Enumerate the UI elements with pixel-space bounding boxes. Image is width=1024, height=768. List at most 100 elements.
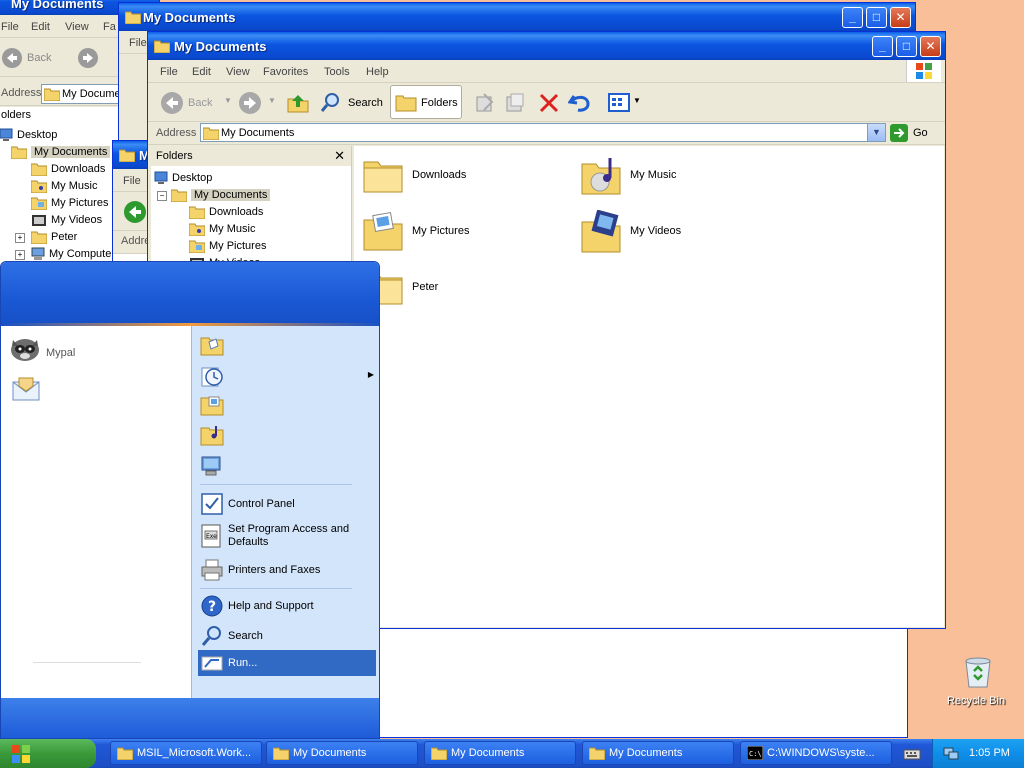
tree-item-desktop[interactable]: Desktop <box>0 127 57 143</box>
forward-dropdown-icon[interactable]: ▼ <box>268 96 276 105</box>
start-item-run[interactable]: Run... <box>198 650 376 676</box>
start-item-set-program-access[interactable]: Exe Set Program Access and Defaults <box>192 520 379 554</box>
tree-item-my-computer[interactable]: + My Computer <box>15 246 115 262</box>
address-input[interactable]: My Documents ▼ <box>200 123 886 142</box>
start-menu[interactable]: Mypal ▶ Control Panel Exe Set Program Ac… <box>0 261 380 739</box>
start-item-my-documents[interactable] <box>192 332 379 360</box>
help-icon: ? <box>201 595 223 617</box>
front-window-titlebar[interactable]: My Documents _ □ ✕ <box>148 32 945 60</box>
forward-arrow-icon[interactable] <box>238 91 262 115</box>
views-icon[interactable] <box>608 92 632 114</box>
start-item-control-panel[interactable]: Control Panel <box>192 490 379 518</box>
start-item-mypal[interactable]: Mypal <box>9 334 185 364</box>
desktop-recycle-bin[interactable]: Recycle Bin <box>940 655 1016 711</box>
menu-file[interactable]: File <box>1 21 19 33</box>
menu-help[interactable]: Help <box>366 66 389 78</box>
menu-edit[interactable]: Edit <box>31 21 50 33</box>
move-to-icon[interactable] <box>474 92 496 114</box>
up-folder-icon[interactable] <box>286 91 310 115</box>
folders-pane-close-icon[interactable]: ✕ <box>334 148 345 164</box>
start-item-printers-and-faxes[interactable]: Printers and Faxes <box>192 556 379 584</box>
back-button-label[interactable]: Back <box>27 52 51 64</box>
forward-arrow-icon[interactable] <box>77 47 99 69</box>
menu-favorites[interactable]: Favorites <box>263 66 308 78</box>
taskbar-button-my-documents-2[interactable]: My Documents <box>424 741 576 765</box>
maximize-button[interactable]: □ <box>866 7 887 28</box>
address-label: Addre <box>121 235 151 247</box>
menu-tools[interactable]: Tools <box>324 66 350 78</box>
start-item-my-music[interactable] <box>192 422 379 450</box>
start-item-help-and-support[interactable]: ? Help and Support <box>192 592 379 620</box>
menu-view[interactable]: View <box>65 21 89 33</box>
tree-item-downloads[interactable]: Downloads <box>188 204 263 220</box>
network-icon[interactable] <box>943 745 959 761</box>
minimize-button[interactable]: _ <box>872 36 893 57</box>
svg-text:Exe: Exe <box>206 533 217 540</box>
system-tray: 1:05 PM <box>932 739 1024 768</box>
pictures-folder-icon <box>188 240 206 254</box>
tree-item-my-pictures[interactable]: My Pictures <box>30 195 108 211</box>
tree-item-my-music[interactable]: My Music <box>188 221 255 237</box>
close-button[interactable]: ✕ <box>920 36 941 57</box>
start-button[interactable] <box>0 739 96 768</box>
tree-item-peter[interactable]: + Peter <box>15 229 77 245</box>
address-dropdown-button[interactable]: ▼ <box>867 124 885 141</box>
menu-view[interactable]: View <box>226 66 250 78</box>
tree-item-my-pictures[interactable]: My Pictures <box>188 238 266 254</box>
item-my-music[interactable]: My Music <box>580 154 780 198</box>
folders-button-label: Folders <box>421 97 458 109</box>
taskbar-button-my-documents-1[interactable]: My Documents <box>266 741 418 765</box>
menu-edit[interactable]: Edit <box>192 66 211 78</box>
back-button-label[interactable]: Back <box>188 97 212 109</box>
item-downloads[interactable]: Downloads <box>362 154 562 198</box>
taskbar-button-msil[interactable]: MSIL_Microsoft.Work... <box>110 741 262 765</box>
go-button[interactable]: Go <box>890 124 930 142</box>
keyboard-language-icon[interactable] <box>902 744 922 764</box>
tree-item-downloads[interactable]: Downloads <box>30 161 105 177</box>
tree-item-my-documents[interactable]: − My Documents <box>157 187 271 203</box>
folders-button[interactable]: Folders <box>390 85 462 119</box>
copy-to-icon[interactable] <box>504 92 526 114</box>
desktop-icon <box>154 171 168 185</box>
tree-item-my-videos[interactable]: My Videos <box>31 212 102 228</box>
search-button[interactable]: Search <box>316 87 384 117</box>
back-arrow-icon[interactable] <box>1 47 23 69</box>
tree-item-my-documents[interactable]: My Documents <box>10 144 111 160</box>
item-peter[interactable]: Peter <box>362 266 562 310</box>
menu-file[interactable]: File <box>123 175 141 187</box>
item-my-pictures[interactable]: My Pictures <box>362 210 562 254</box>
close-button[interactable]: ✕ <box>890 7 911 28</box>
search-button-label: Search <box>348 97 383 109</box>
run-icon <box>201 656 223 671</box>
back-dropdown-icon[interactable]: ▼ <box>224 96 232 105</box>
tree-item-desktop[interactable]: Desktop <box>154 170 212 186</box>
control-panel-icon <box>201 493 223 515</box>
back-window-1-title: My Documents <box>11 0 104 11</box>
menu-file[interactable]: File <box>129 37 147 49</box>
back-window-1b-titlebar[interactable]: My Documents _ □ ✕ <box>119 3 915 31</box>
back-arrow-icon[interactable] <box>160 91 184 115</box>
views-dropdown-icon[interactable]: ▼ <box>633 96 641 105</box>
search-icon <box>201 626 221 646</box>
folder-icon <box>117 747 133 760</box>
taskbar-button-my-documents-3[interactable]: My Documents <box>582 741 734 765</box>
pictures-folder-icon <box>363 211 403 251</box>
start-menu-right-column: ▶ Control Panel Exe Set Program Access a… <box>191 326 379 698</box>
maximize-button[interactable]: □ <box>896 36 917 57</box>
menu-file[interactable]: File <box>160 66 178 78</box>
start-item-recent-documents[interactable]: ▶ <box>192 362 379 390</box>
tree-item-my-music[interactable]: My Music <box>30 178 97 194</box>
start-item-my-computer[interactable] <box>192 452 379 480</box>
delete-icon[interactable] <box>538 92 560 114</box>
start-item-search[interactable]: Search <box>192 622 379 650</box>
start-item-my-pictures[interactable] <box>192 392 379 420</box>
clock[interactable]: 1:05 PM <box>969 747 1010 759</box>
start-item-email[interactable] <box>9 374 185 406</box>
item-my-videos[interactable]: My Videos <box>580 210 780 254</box>
menu-favorites[interactable]: Fa <box>103 21 116 33</box>
taskbar-button-command-prompt[interactable]: C:\ C:\WINDOWS\syste... <box>740 741 892 765</box>
back-arrow-icon[interactable] <box>123 200 147 224</box>
minimize-button[interactable]: _ <box>842 7 863 28</box>
folder-content-view: Downloads My Music My Pictures My Videos… <box>354 146 944 627</box>
undo-icon[interactable] <box>568 92 592 114</box>
